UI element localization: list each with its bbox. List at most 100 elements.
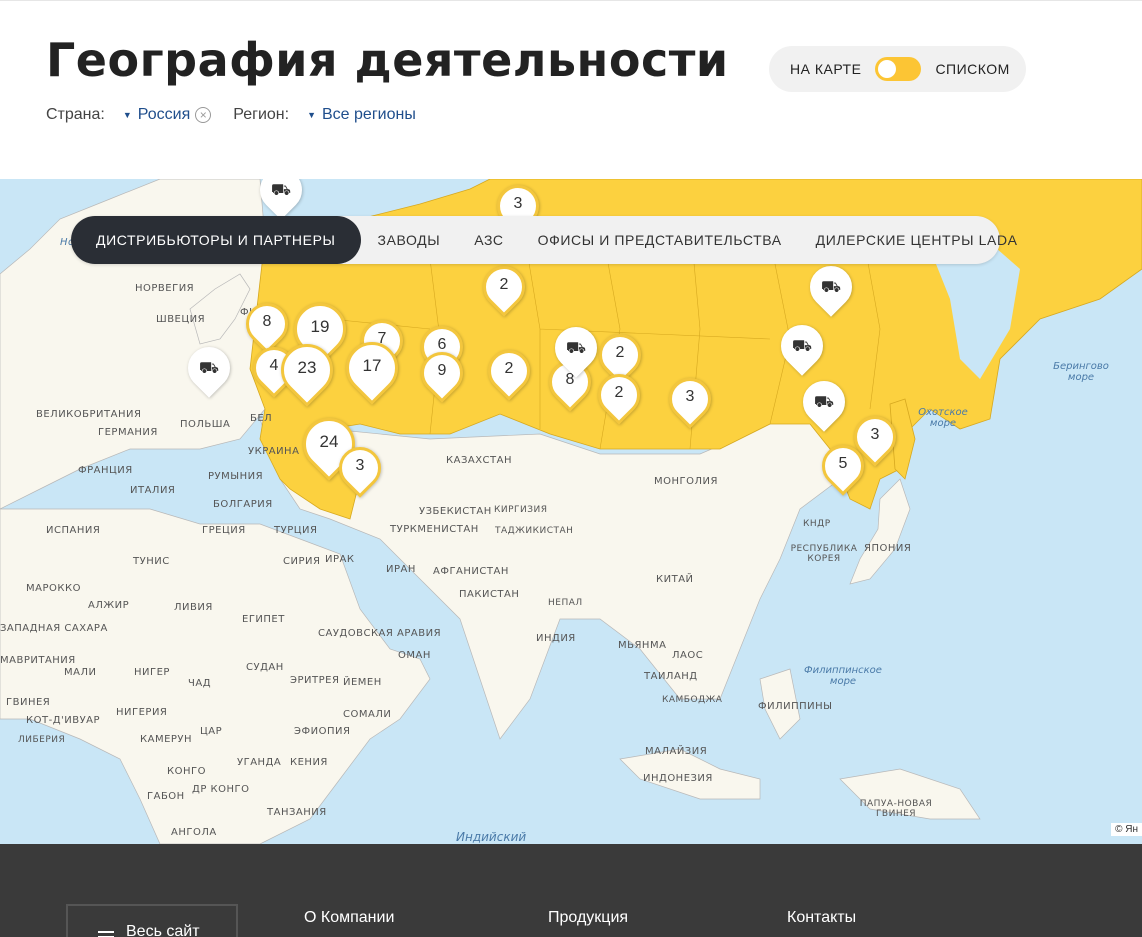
cluster-marker[interactable]: 9 <box>412 343 472 406</box>
map-label: ЕГИПЕТ <box>242 614 285 625</box>
page-header: География деятельности Страна: ▼ Россия … <box>0 0 1142 179</box>
all-site-button[interactable]: Весь сайт <box>66 904 238 937</box>
map-label: КАМЕРУН <box>140 734 193 745</box>
truck-icon: ⛟ <box>820 279 842 296</box>
page-title: География деятельности <box>46 33 729 87</box>
region-filter-label: Регион: <box>233 106 290 123</box>
cluster-marker[interactable]: 5 <box>813 436 873 499</box>
map-label: ЯПОНИЯ <box>864 543 912 554</box>
map-label: НЕПАЛ <box>548 598 583 608</box>
map-label: ШВЕЦИЯ <box>156 314 206 325</box>
cluster-marker[interactable]: 17 <box>335 331 409 406</box>
map-label: УКРАИНА <box>248 446 300 457</box>
map-label: ВЕЛИКОБРИТАНИЯ <box>36 409 142 420</box>
sea-label: Охотское море <box>918 407 968 429</box>
cluster-marker[interactable]: 2 <box>479 341 539 404</box>
map-label: ГЕРМАНИЯ <box>98 427 158 438</box>
truck-icon: ⛟ <box>813 394 835 411</box>
tab-lada-dealers[interactable]: ДИЛЕРСКИЕ ЦЕНТРЫ LADA <box>799 216 1035 264</box>
cluster-marker[interactable]: 2 <box>474 257 534 320</box>
map-label: ПОЛЬША <box>180 419 231 430</box>
map-label: ЧАД <box>188 678 212 689</box>
truck-marker[interactable]: ⛟ <box>546 318 606 381</box>
map-label: КОНГО <box>167 766 206 777</box>
map-label: СОМАЛИ <box>343 709 392 720</box>
map[interactable]: НОРВЕГИЯ ШВЕЦИЯ ФИ ВЕЛИКОБРИТАНИЯ ГЕРМАН… <box>0 179 1142 844</box>
sea-label: Филиппинское море <box>804 665 882 687</box>
map-label: ПАКИСТАН <box>459 589 520 600</box>
map-label: ИТАЛИЯ <box>130 485 176 496</box>
map-label: НИГЕР <box>134 667 170 678</box>
truck-icon: ⛟ <box>791 338 813 355</box>
map-label: НИГЕРИЯ <box>116 707 168 718</box>
map-label: ФИЛИППИНЫ <box>758 701 833 712</box>
map-label: ИНДОНЕЗИЯ <box>643 773 713 784</box>
map-label: ЦАР <box>200 726 223 737</box>
tab-plants[interactable]: ЗАВОДЫ <box>361 216 458 264</box>
map-label: КЕНИЯ <box>290 757 328 768</box>
map-label: ПАПУА-НОВАЯ ГВИНЕЯ <box>859 799 933 819</box>
map-label: ОМАН <box>398 650 431 661</box>
map-label: ЙЕМЕН <box>343 677 382 688</box>
map-label: ТАНЗАНИЯ <box>267 807 327 818</box>
map-label: СУДАН <box>246 662 284 673</box>
map-label: ИНДИЯ <box>536 633 576 644</box>
map-label: АЛЖИР <box>88 600 130 611</box>
map-label: МАВРИТАНИЯ <box>0 655 76 666</box>
sea-label: Индийский <box>456 830 527 844</box>
filters-bar: Страна: ▼ Россия × Регион: ▼ Все регионы <box>46 106 416 124</box>
map-label: ТАИЛАНД <box>644 671 698 682</box>
cluster-marker[interactable]: 3 <box>660 369 720 432</box>
map-label: КИРГИЗИЯ <box>494 505 548 515</box>
region-filter-dropdown[interactable]: ▼ Все регионы <box>295 106 416 124</box>
map-label: ЗАПАДНАЯ САХАРА <box>0 623 107 634</box>
map-label: САУДОВСКАЯ АРАВИЯ <box>318 628 442 639</box>
map-label: МАЛИ <box>64 667 97 678</box>
map-label: КАЗАХСТАН <box>446 455 512 466</box>
tab-distributors[interactable]: ДИСТРИБЬЮТОРЫ И ПАРТНЕРЫ <box>71 216 361 264</box>
map-label: ЛИВИЯ <box>174 602 213 613</box>
truck-marker[interactable]: ⛟ <box>794 372 854 435</box>
map-label: ИРАН <box>386 564 416 575</box>
cluster-marker[interactable]: 3 <box>330 438 390 501</box>
map-label: ГРЕЦИЯ <box>202 525 246 536</box>
clear-country-icon[interactable]: × <box>195 107 212 123</box>
map-copyright[interactable]: © Ян <box>1111 823 1142 836</box>
map-label: МАРОККО <box>26 583 81 594</box>
country-filter-label: Страна: <box>46 106 105 123</box>
truck-marker[interactable]: ⛟ <box>179 338 239 401</box>
map-label: КАМБОДЖА <box>662 695 723 705</box>
country-filter-dropdown[interactable]: ▼ Россия × <box>111 106 212 124</box>
cluster-marker[interactable]: 2 <box>589 365 649 428</box>
map-label: ИСПАНИЯ <box>46 525 101 536</box>
map-label: ЛАОС <box>672 650 704 661</box>
map-label: ФРАНЦИЯ <box>78 465 133 476</box>
cluster-marker[interactable]: 23 <box>270 333 344 408</box>
switch-knob <box>878 60 897 78</box>
map-label: МАЛАЙЗИЯ <box>645 746 708 757</box>
map-label: УЗБЕКИСТАН <box>419 506 492 517</box>
map-view-label[interactable]: НА КАРТЕ <box>790 61 861 77</box>
map-label: НОРВЕГИЯ <box>135 283 195 294</box>
tab-offices[interactable]: ОФИСЫ И ПРЕДСТАВИТЕЛЬСТВА <box>521 216 799 264</box>
map-label: БОЛГАРИЯ <box>213 499 273 510</box>
footer-link-contacts[interactable]: Контакты <box>787 909 856 927</box>
map-label: МЬЯНМА <box>618 640 667 651</box>
caret-down-icon: ▼ <box>122 110 132 120</box>
map-label: ЛИБЕРИЯ <box>18 735 66 745</box>
list-view-label[interactable]: СПИСКОМ <box>935 61 1009 77</box>
truck-marker[interactable]: ⛟ <box>801 257 861 320</box>
tab-gas-stations[interactable]: АЗС <box>457 216 520 264</box>
map-label: АНГОЛА <box>171 827 217 838</box>
view-switch[interactable] <box>875 57 922 81</box>
all-site-label: Весь сайт <box>126 923 200 937</box>
footer-link-products[interactable]: Продукция <box>548 909 628 927</box>
truck-icon: ⛟ <box>198 360 220 377</box>
truck-icon: ⛟ <box>270 182 292 199</box>
map-label: РУМЫНИЯ <box>208 471 264 482</box>
country-filter-value: Россия <box>137 106 191 123</box>
map-label: ЭФИОПИЯ <box>294 726 351 737</box>
map-label: ГАБОН <box>147 791 185 802</box>
footer-link-company[interactable]: О Компании <box>304 909 394 927</box>
truck-marker[interactable]: ⛟ <box>772 316 832 379</box>
